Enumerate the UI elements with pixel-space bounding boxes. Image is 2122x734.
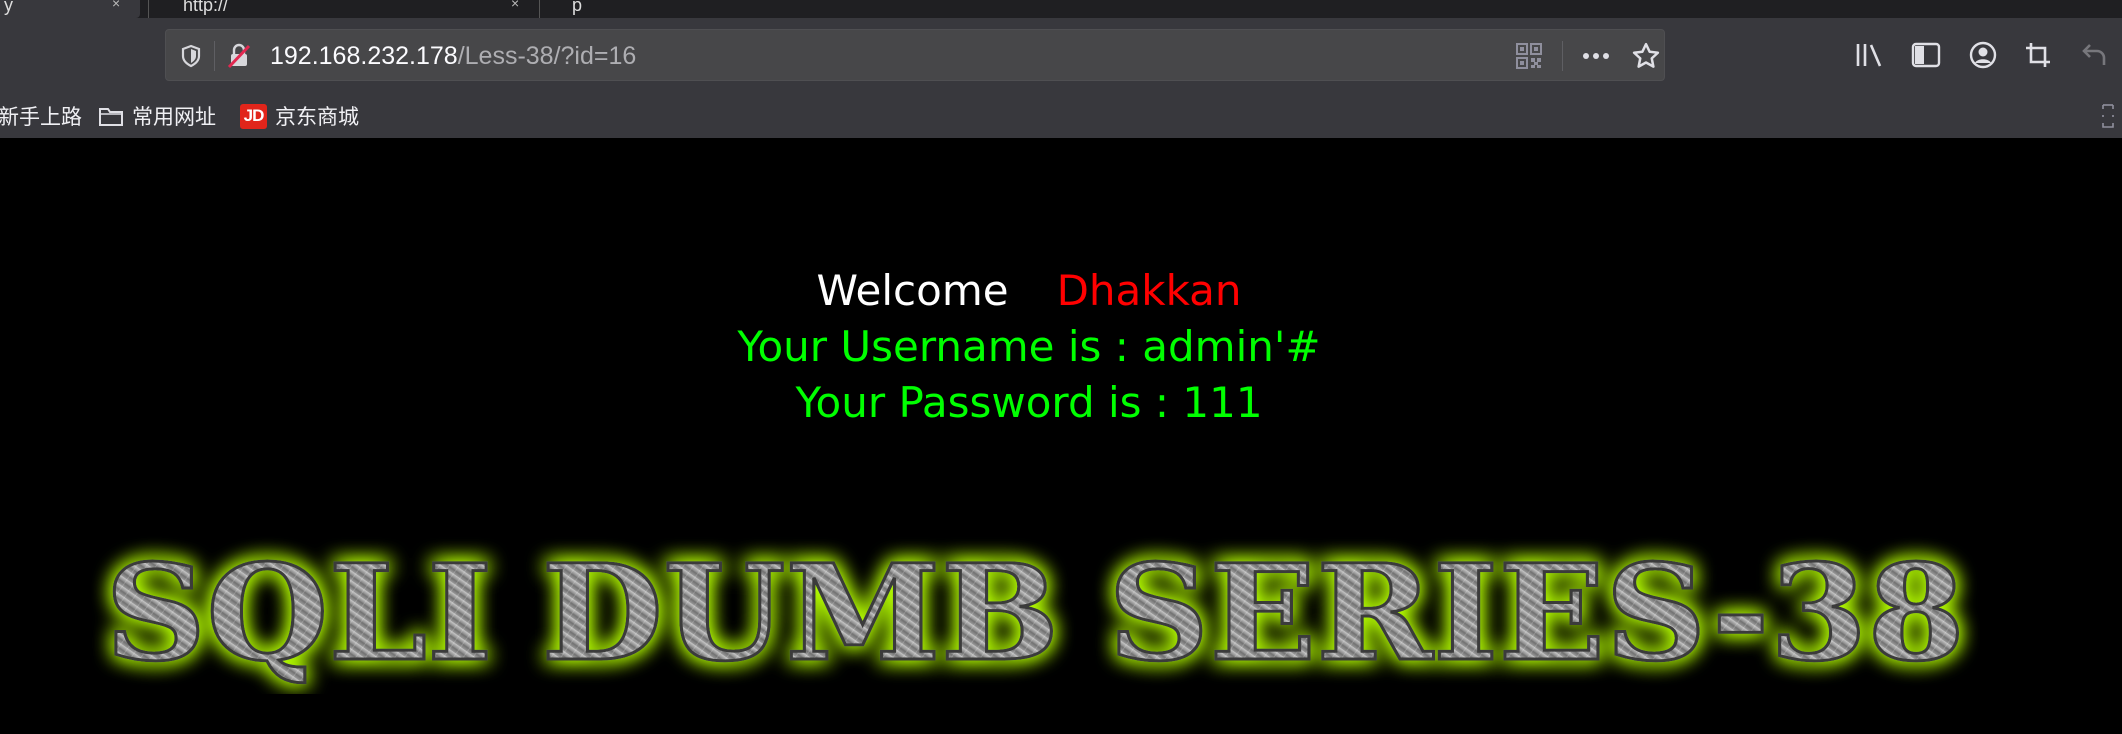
url-host: 192.168.232.178 — [270, 42, 458, 70]
welcome-name: Dhakkan — [1056, 266, 1242, 315]
tab-label: p — [572, 0, 583, 15]
url-field[interactable]: 192.168.232.178/Less-38/?id=16 — [270, 30, 636, 82]
bookmark-label: 常用网址 — [132, 106, 216, 129]
bookmark-item[interactable]: JD 京东商城 — [240, 96, 359, 136]
tab-label: http:// — [183, 0, 229, 15]
bookmark-item[interactable]: 新手上路 — [0, 96, 82, 136]
bookmark-label: 京东商城 — [275, 106, 359, 129]
welcome-line: Welcome Dhakkan — [0, 266, 2058, 315]
tab-active[interactable]: y × — [0, 0, 140, 18]
crop-screenshot-icon[interactable] — [2018, 37, 2058, 73]
tab-strip: y × http:// × p — [0, 0, 2122, 18]
tab-close-icon[interactable]: × — [511, 0, 519, 10]
bookmark-star-icon[interactable] — [1626, 30, 1666, 82]
welcome-text: Welcome — [816, 266, 1009, 315]
urlbar-divider — [1562, 41, 1563, 71]
undo-back-icon[interactable] — [2074, 37, 2114, 73]
tab-label: y — [4, 0, 13, 15]
urlbar-divider — [214, 41, 215, 71]
tab-second[interactable]: http:// × — [148, 0, 540, 18]
url-path: /Less-38/?id=16 — [457, 42, 637, 70]
tracking-shield-icon[interactable] — [176, 30, 206, 82]
sidebar-toggle-icon[interactable] — [1906, 37, 1946, 73]
insecure-lock-icon[interactable] — [224, 30, 254, 82]
folder-icon — [98, 105, 124, 127]
library-icon[interactable] — [1850, 37, 1890, 73]
bookmark-folder[interactable]: 常用网址 — [98, 96, 216, 136]
address-bar[interactable]: 192.168.232.178/Less-38/?id=16 — [165, 29, 1665, 81]
page-content: Welcome Dhakkan Your Username is : admin'… — [0, 138, 2122, 734]
series-banner: SQLI DUMB SERIES-38 — [104, 535, 1967, 693]
browser-chrome: y × http:// × p 192.168.232.178/Less-38/… — [0, 0, 2122, 138]
username-result: Your Username is : admin'# — [737, 322, 1321, 371]
page-actions-more-icon[interactable] — [1576, 30, 1616, 82]
tab-third[interactable]: p — [548, 0, 668, 18]
bookmark-label: 新手上路 — [0, 106, 82, 129]
tab-close-icon[interactable]: × — [112, 0, 120, 10]
jd-icon: JD — [240, 103, 267, 129]
account-icon[interactable] — [1963, 37, 2003, 73]
bookmarks-toolbar: 新手上路 常用网址 JD 京东商城 — [0, 96, 2122, 136]
bookmarks-overflow-icon[interactable] — [2100, 102, 2116, 130]
password-result: Your Password is : 111 — [795, 378, 1263, 427]
banner-text: SQLI DUMB SERIES-38 — [105, 536, 1965, 691]
qr-code-icon[interactable] — [1511, 30, 1547, 82]
